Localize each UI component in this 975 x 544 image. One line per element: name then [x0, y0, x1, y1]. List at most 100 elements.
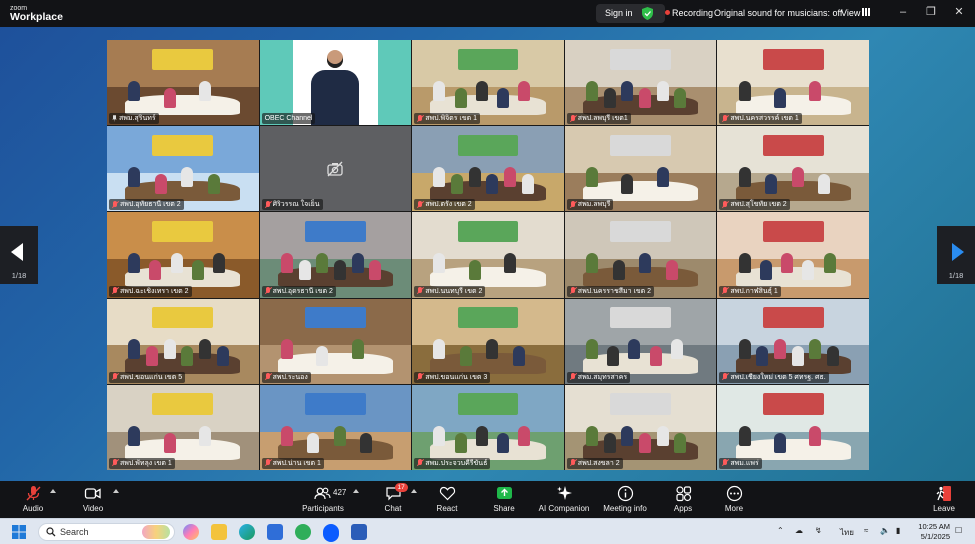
- taskbar-clock[interactable]: 10:25 AM 5/1/2025: [912, 522, 950, 542]
- video-tile[interactable]: สพป.นนทบุรี เขต 2: [412, 212, 564, 298]
- apps-button[interactable]: Apps: [670, 485, 696, 513]
- participant-name-label: OBEC Channel: [261, 113, 316, 125]
- video-tile[interactable]: ศิริวรรณ ใจเย็น: [259, 126, 412, 212]
- wifi-icon[interactable]: ≈: [864, 526, 868, 535]
- clock-time: 10:25 AM: [918, 522, 950, 531]
- volume-icon[interactable]: 🔈: [880, 526, 890, 535]
- participant-figure: [280, 339, 293, 360]
- title-bar: zoom Workplace Sign in Recording Origina…: [0, 0, 975, 27]
- participant-figure: [639, 87, 652, 108]
- video-tile[interactable]: สพป.สงขลา 2: [564, 384, 717, 470]
- video-tile[interactable]: สพม.ลพบุรี: [564, 126, 717, 212]
- participant-figure: [809, 339, 822, 360]
- video-tile[interactable]: สพป.อุทัยธานี เขต 2: [107, 126, 259, 212]
- share-button[interactable]: Share: [490, 485, 518, 513]
- video-tile[interactable]: OBEC Channel: [259, 40, 412, 126]
- file-explorer-icon[interactable]: [211, 524, 227, 540]
- more-button[interactable]: More: [721, 485, 747, 513]
- participant-figure: [207, 173, 220, 194]
- participant-figure: [586, 80, 599, 101]
- video-tile[interactable]: สพป.น่าน เขต 1: [259, 384, 412, 470]
- tray-cloud-icon[interactable]: ☁: [795, 526, 803, 535]
- video-tile[interactable]: สพป.ขอนแก่น เขต 5: [107, 298, 259, 384]
- video-tile[interactable]: สพป.นครราชสีมา เขต 2: [564, 212, 717, 298]
- participant-figure: [145, 346, 158, 367]
- participant-figure: [451, 173, 464, 194]
- view-button[interactable]: View: [841, 8, 860, 18]
- video-tile[interactable]: สพม.สุรินทร์: [107, 40, 259, 126]
- recording-label[interactable]: Recording: [672, 8, 713, 18]
- windows-start-icon[interactable]: [12, 525, 26, 539]
- tray-bluetooth-icon[interactable]: ↯: [815, 526, 822, 535]
- mic-muted-icon: [265, 373, 271, 381]
- view-grid-icon[interactable]: [862, 8, 870, 16]
- participant-name: สพป.พิจิตร เขต 1: [425, 115, 477, 123]
- edge-browser-icon[interactable]: [239, 524, 255, 540]
- participant-figure: [280, 253, 293, 274]
- arrow-right-icon: [952, 243, 964, 261]
- video-tile[interactable]: สพป.ฉะเชิงเทรา เขต 2: [107, 212, 259, 298]
- participants-options-caret-icon[interactable]: [353, 489, 359, 493]
- close-icon[interactable]: ✕: [953, 6, 965, 18]
- video-tile[interactable]: สพป.พิจิตร เขต 1: [412, 40, 564, 126]
- video-options-caret-icon[interactable]: [113, 489, 119, 493]
- word-icon[interactable]: [351, 524, 367, 540]
- participant-figure: [586, 339, 599, 360]
- original-sound-status[interactable]: Original sound for musicians: off: [714, 8, 842, 18]
- windows-taskbar: Search ⌃ ☁ ↯ ไทย ≈ 🔈 ▮ 10:25 AM 5/1/2025…: [0, 518, 975, 544]
- video-tile[interactable]: สพป.สุโขทัย เขต 2: [717, 126, 869, 212]
- apps-icon: [675, 486, 691, 502]
- audio-options-caret-icon[interactable]: [50, 489, 56, 493]
- video-tile[interactable]: สพป.ลพบุรี เขต1: [564, 40, 717, 126]
- video-tile[interactable]: สพม.ประจวบคีรีขันธ์: [412, 384, 564, 470]
- tray-overflow-chevron-icon[interactable]: ⌃: [777, 526, 784, 535]
- meeting-info-button[interactable]: Meeting info: [602, 485, 648, 513]
- video-tile[interactable]: สพป.อุดรธานี เขต 2: [259, 212, 412, 298]
- participant-figure: [674, 87, 687, 108]
- mic-muted-icon: [265, 459, 271, 467]
- react-button[interactable]: React: [434, 485, 460, 513]
- next-page-button[interactable]: 1/18: [937, 226, 975, 284]
- ai-companion-button[interactable]: AI Companion: [538, 485, 590, 513]
- chat-options-caret-icon[interactable]: [411, 489, 417, 493]
- copilot-icon[interactable]: [183, 524, 199, 540]
- battery-icon[interactable]: ▮: [896, 526, 900, 535]
- participant-figure: [603, 87, 616, 108]
- zoom-taskbar-icon[interactable]: [323, 524, 339, 540]
- participant-name-label: สพป.ขอนแก่น เขต 3: [414, 371, 491, 383]
- room-banner: [610, 307, 671, 329]
- microsoft-store-icon[interactable]: [267, 524, 283, 540]
- room-banner: [152, 220, 214, 243]
- notification-bell-icon[interactable]: ☐: [955, 526, 962, 535]
- taskbar-search-box[interactable]: Search: [38, 523, 175, 541]
- video-tile[interactable]: สพป.กาฬสินธุ์ 1: [717, 212, 869, 298]
- participant-figure: [486, 173, 499, 194]
- video-tile[interactable]: สพม.สมุทรสาคร: [564, 298, 717, 384]
- language-indicator[interactable]: ไทย: [840, 526, 854, 539]
- video-button[interactable]: Video: [78, 485, 108, 513]
- participant-figure: [738, 253, 751, 274]
- sign-in-button[interactable]: Sign in: [596, 4, 665, 23]
- video-tile[interactable]: สพป.พัทลุง เขต 1: [107, 384, 259, 470]
- room-banner: [610, 220, 671, 243]
- participant-name: สพป.ฉะเชิงเทรา เขต 2: [120, 287, 189, 295]
- green-app-icon[interactable]: [295, 524, 311, 540]
- chat-button[interactable]: 17 Chat: [380, 483, 408, 513]
- restore-icon[interactable]: ❐: [925, 6, 937, 18]
- video-tile[interactable]: สพป.ตรัง เขต 2: [412, 126, 564, 212]
- video-tile[interactable]: สพม.แพร่: [717, 384, 869, 470]
- audio-button[interactable]: Audio: [18, 485, 48, 513]
- previous-page-button[interactable]: 1/18: [0, 226, 38, 284]
- participant-figure: [454, 432, 467, 453]
- leave-button[interactable]: Leave: [931, 485, 957, 513]
- encryption-shield-icon[interactable]: [642, 7, 653, 20]
- participants-button[interactable]: 427 Participants: [300, 485, 346, 513]
- minimize-icon[interactable]: –: [897, 6, 909, 18]
- video-tile[interactable]: สพป.เชียงใหม่ เขต 5 ศทรฐ. ศธ.: [717, 298, 869, 384]
- mic-muted-icon: [722, 114, 728, 123]
- video-tile[interactable]: สพป.ขอนแก่น เขต 3: [412, 298, 564, 384]
- video-tile[interactable]: สพป.นครสวรรค์ เขต 1: [717, 40, 869, 126]
- video-tile[interactable]: สพป.ระนอง: [259, 298, 412, 384]
- meeting-table: [430, 266, 546, 288]
- participant-figure: [163, 339, 176, 360]
